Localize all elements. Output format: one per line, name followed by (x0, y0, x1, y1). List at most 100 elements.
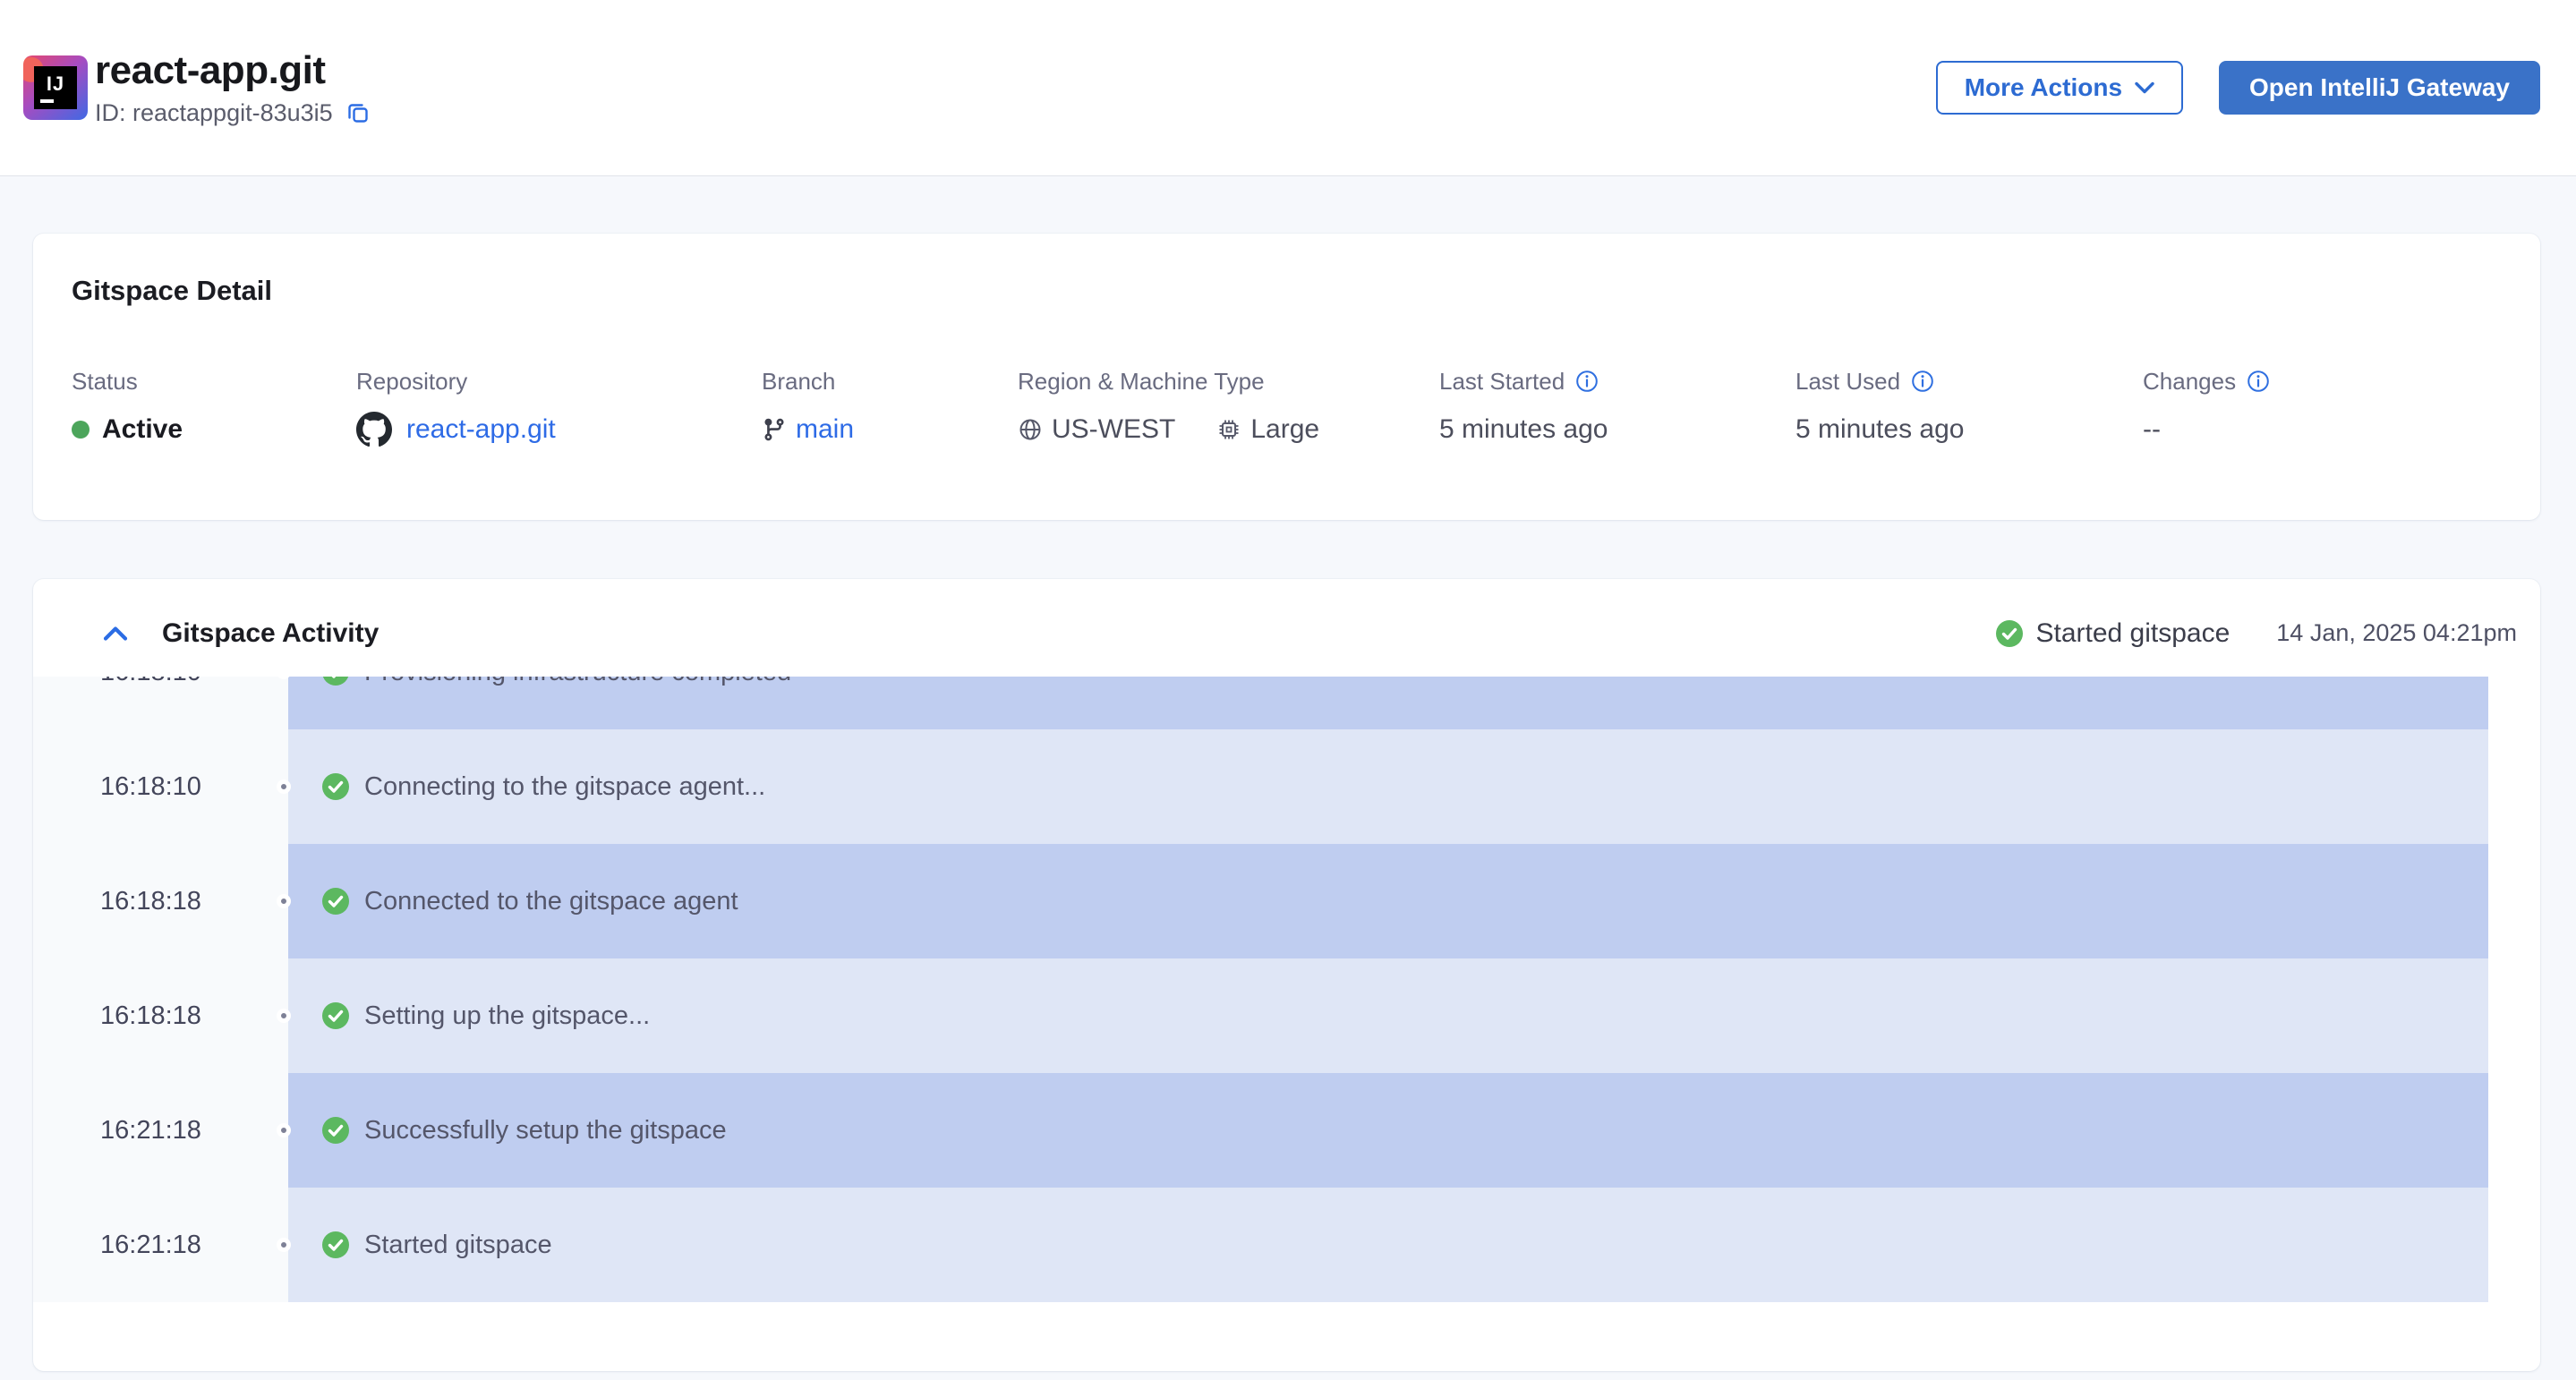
log-band: Connecting to the gitspace agent... (288, 729, 2488, 844)
status-label: Status (72, 367, 356, 396)
log-band: Setting up the gitspace... (288, 958, 2488, 1073)
status-value: Active (102, 414, 183, 445)
log-row: 16:21:18 Successfully setup the gitspace (33, 1073, 2540, 1188)
chevron-up-icon[interactable] (103, 626, 128, 642)
copy-icon[interactable] (345, 100, 371, 125)
region-item: US-WEST (1018, 414, 1175, 445)
check-circle-icon (322, 888, 349, 915)
region-machine-label: Region & Machine Type (1018, 367, 1439, 396)
region-value: US-WEST (1052, 414, 1175, 445)
repository-link[interactable]: react-app.git (406, 414, 556, 445)
title-block: react-app.git ID: reactappgit-83u3i5 (95, 49, 371, 126)
log-timestamp: 16:21:18 (33, 1188, 288, 1302)
activity-title: Gitspace Activity (162, 618, 379, 649)
more-actions-button[interactable]: More Actions (1936, 61, 2183, 115)
machine-item: Large (1216, 414, 1319, 445)
log-band: Successfully setup the gitspace (288, 1073, 2488, 1188)
log-band: Connected to the gitspace agent (288, 844, 2488, 958)
header-title-group: IJ react-app.git ID: reactappgit-83u3i5 (23, 49, 371, 126)
changes-label-row: Changes (2143, 367, 2502, 396)
region-machine-value-row: US-WEST (1018, 410, 1439, 449)
info-icon[interactable] (2247, 370, 2270, 393)
github-icon (356, 412, 392, 447)
status-active-dot (72, 421, 90, 439)
last-started-label-row: Last Started (1439, 367, 1796, 396)
branch-label: Branch (762, 367, 1018, 396)
log-timestamp: 16:18:18 (33, 844, 288, 958)
check-circle-icon (322, 773, 349, 800)
gitspace-id: ID: reactappgit-83u3i5 (95, 99, 333, 126)
gitspace-detail-card: Gitspace Detail Status Active Repository (33, 234, 2540, 520)
check-circle-icon (1996, 620, 2023, 647)
field-branch: Branch main (762, 367, 1018, 449)
log-row: 16:18:18 Connected to the gitspace agent (33, 844, 2540, 958)
log-message: Provisioning infrastructure completed (364, 677, 791, 687)
field-repository: Repository react-app.git (356, 367, 762, 449)
gitspace-detail-page: IJ react-app.git ID: reactappgit-83u3i5 … (0, 0, 2576, 1380)
last-used-value: 5 minutes ago (1796, 410, 2143, 449)
check-circle-icon (322, 1002, 349, 1029)
intellij-logo-monogram: IJ (34, 66, 77, 109)
timeline-dot-icon (277, 1238, 291, 1252)
gitspace-activity-card: Gitspace Activity Started gitspace 14 Ja… (33, 579, 2540, 1371)
timeline-dot-icon (277, 1123, 291, 1137)
machine-type-value: Large (1250, 414, 1319, 445)
chevron-down-icon (2135, 81, 2154, 94)
log-message: Connecting to the gitspace agent... (364, 772, 765, 802)
detail-card-title: Gitspace Detail (72, 275, 2502, 307)
log-row: 16:18:10 Provisioning infrastructure com… (33, 677, 2540, 729)
check-circle-icon (322, 677, 349, 686)
intellij-logo-icon: IJ (23, 55, 88, 120)
info-icon[interactable] (1911, 370, 1934, 393)
page-title: react-app.git (95, 49, 371, 92)
log-row: 16:18:10 Connecting to the gitspace agen… (33, 729, 2540, 844)
activity-latest-status: Started gitspace 14 Jan, 2025 04:21pm (1996, 618, 2517, 649)
field-region-machine: Region & Machine Type US-WEST (1018, 367, 1439, 449)
branch-value-row: main (762, 410, 1018, 449)
timeline-dot-icon (277, 1009, 291, 1023)
activity-latest-status-text: Started gitspace (2035, 618, 2230, 649)
log-message: Connected to the gitspace agent (364, 887, 738, 916)
last-used-label-row: Last Used (1796, 367, 2143, 396)
field-status: Status Active (72, 367, 356, 449)
log-timestamp: 16:21:18 (33, 1073, 288, 1188)
log-timestamp: 16:18:10 (33, 729, 288, 844)
cpu-chip-icon (1216, 417, 1241, 442)
log-timestamp: 16:18:10 (33, 677, 288, 729)
changes-value: -- (2143, 410, 2502, 449)
check-circle-icon (322, 1231, 349, 1258)
page-body: Gitspace Detail Status Active Repository (0, 234, 2576, 1371)
repository-value-row: react-app.git (356, 410, 762, 449)
timeline-dot-icon (277, 779, 291, 794)
log-message: Successfully setup the gitspace (364, 1116, 727, 1146)
status-value-row: Active (72, 410, 356, 449)
field-changes: Changes -- (2143, 367, 2502, 449)
log-row: 16:18:18 Setting up the gitspace... (33, 958, 2540, 1073)
header-actions: More Actions Open IntelliJ Gateway (1936, 61, 2540, 115)
activity-header: Gitspace Activity Started gitspace 14 Ja… (33, 579, 2540, 677)
field-last-used: Last Used 5 minutes ago (1796, 367, 2143, 449)
globe-icon (1018, 417, 1043, 442)
log-timestamp: 16:18:18 (33, 958, 288, 1073)
last-used-label: Last Used (1796, 367, 1900, 396)
open-intellij-gateway-button[interactable]: Open IntelliJ Gateway (2219, 61, 2540, 115)
log-message: Started gitspace (364, 1231, 552, 1260)
git-branch-icon (762, 417, 787, 442)
top-header: IJ react-app.git ID: reactappgit-83u3i5 … (0, 0, 2576, 176)
changes-label: Changes (2143, 367, 2236, 396)
log-band: Started gitspace (288, 1188, 2488, 1302)
check-circle-icon (322, 1117, 349, 1144)
repository-label: Repository (356, 367, 762, 396)
last-started-value: 5 minutes ago (1439, 410, 1796, 449)
gitspace-id-row: ID: reactappgit-83u3i5 (95, 99, 371, 126)
activity-log[interactable]: 16:18:10 Provisioning infrastructure com… (33, 677, 2540, 1302)
open-gateway-label: Open IntelliJ Gateway (2249, 73, 2510, 102)
activity-latest-timestamp: 14 Jan, 2025 04:21pm (2276, 619, 2517, 647)
timeline-dot-icon (277, 894, 291, 908)
info-icon[interactable] (1575, 370, 1599, 393)
detail-fields-row: Status Active Repository react-app.git (72, 367, 2502, 449)
log-band: Provisioning infrastructure completed (288, 677, 2488, 729)
branch-link[interactable]: main (796, 414, 854, 445)
field-last-started: Last Started 5 minutes ago (1439, 367, 1796, 449)
more-actions-label: More Actions (1965, 73, 2122, 102)
